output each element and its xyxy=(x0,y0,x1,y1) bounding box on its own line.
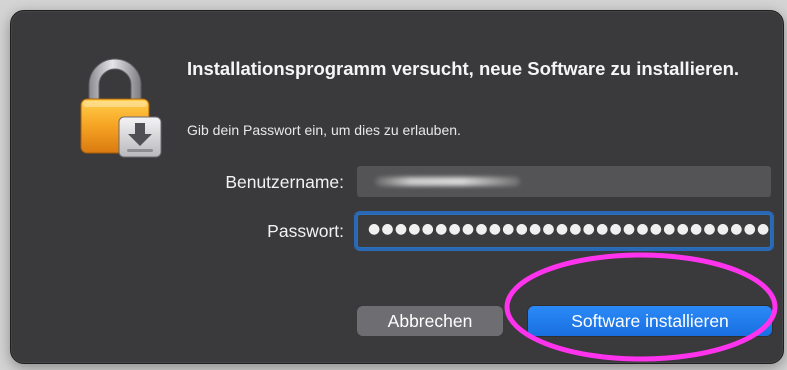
install-software-button[interactable]: Software installieren xyxy=(528,306,772,336)
password-mask: ●●●●●●●●●●●●●●●●●●●●●●●●●●●●●● xyxy=(368,221,771,237)
username-label: Benutzername: xyxy=(225,172,344,192)
dialog-message: Gib dein Passwort ein, um dies zu erlaub… xyxy=(187,122,461,138)
dialog-title: Installationsprogramm versucht, neue Sof… xyxy=(187,58,740,79)
lock-icon xyxy=(75,55,171,161)
authentication-dialog: Installationsprogramm versucht, neue Sof… xyxy=(10,10,784,364)
blurred-username xyxy=(375,177,520,186)
username-field[interactable] xyxy=(357,166,771,197)
cancel-button[interactable]: Abbrechen xyxy=(357,306,503,336)
password-field[interactable]: ●●●●●●●●●●●●●●●●●●●●●●●●●●●●●● xyxy=(357,214,771,248)
password-label: Passwort: xyxy=(267,221,344,241)
